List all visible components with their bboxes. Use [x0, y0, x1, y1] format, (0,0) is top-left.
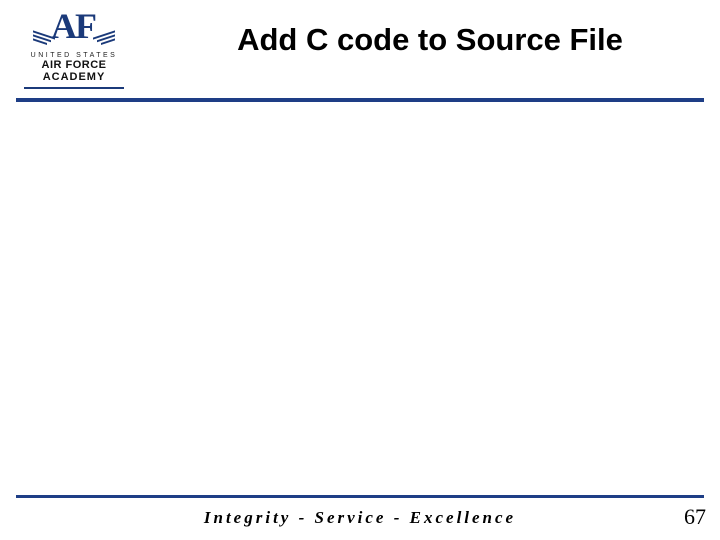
- slide-title: Add C code to Source File: [160, 22, 700, 58]
- footer-divider: [16, 495, 704, 498]
- header-divider: [16, 98, 704, 102]
- logo-subscript: UNITED STATES: [24, 52, 124, 59]
- logo-line2: ACADEMY: [24, 71, 124, 83]
- slide: AF UNITED STATES AIR FORCE ACADEMY Add C…: [0, 0, 720, 540]
- footer-motto: Integrity - Service - Excellence: [0, 508, 720, 528]
- logo-underline: [24, 87, 124, 89]
- af-monogram: AF: [39, 8, 109, 50]
- page-number: 67: [684, 504, 706, 530]
- logo-line1: AIR FORCE: [24, 59, 124, 71]
- slide-title-wrap: Add C code to Source File: [160, 22, 700, 58]
- org-logo: AF UNITED STATES AIR FORCE ACADEMY: [24, 8, 124, 89]
